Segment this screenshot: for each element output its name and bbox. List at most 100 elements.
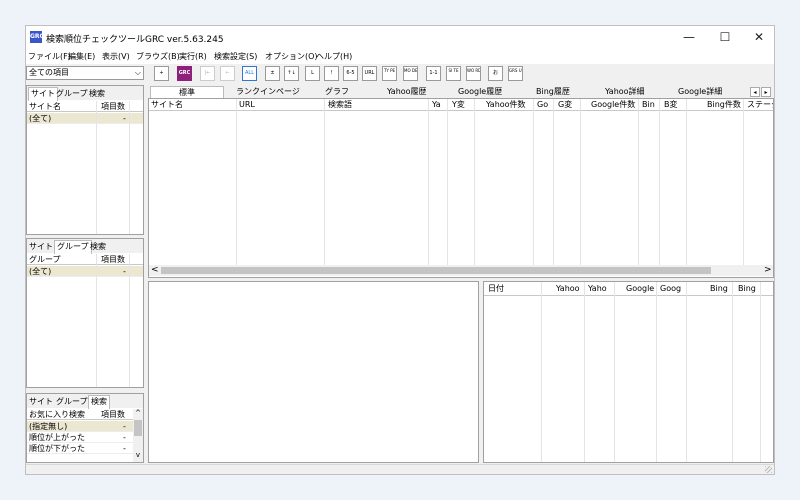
tab-group[interactable]: グループ <box>56 88 88 99</box>
site-button[interactable]: SI TE <box>446 66 461 81</box>
column-divider <box>760 282 761 462</box>
all-button[interactable]: ALL <box>242 66 257 81</box>
column-divider <box>686 99 687 265</box>
column-header-favorite-search[interactable]: お気に入り検索 <box>27 409 85 420</box>
column-header-yahoo-count[interactable]: Yahoo件数 <box>484 99 536 111</box>
list-item[interactable]: 順位が下がった - <box>27 443 133 454</box>
list-item[interactable]: 順位が上がった - <box>27 432 133 443</box>
column-divider <box>686 282 687 462</box>
column-header-yahoo-rank[interactable]: Ya <box>430 99 447 111</box>
column-header-count[interactable]: 項目数 <box>99 101 125 112</box>
item-filter-select[interactable]: 全ての項目 ⌵ <box>26 66 144 80</box>
column-header-count[interactable]: 項目数 <box>99 409 125 420</box>
tab-yahoo-detail[interactable]: Yahoo詳細 <box>605 86 645 98</box>
tab-site[interactable]: サイト <box>28 87 58 101</box>
column-divider <box>533 99 534 265</box>
menu-view[interactable]: 表示(V) <box>102 51 130 62</box>
group-panel: サイト グループ 検索 グループ 項目数 (全て) - <box>26 238 144 388</box>
tab-yahoo-history[interactable]: Yahoo履歴 <box>387 86 427 98</box>
up-down-button[interactable]: ↑↓ <box>284 66 299 81</box>
column-header-bing-change[interactable]: B変 <box>662 99 686 111</box>
tab-search[interactable]: 検索 <box>90 241 106 252</box>
scrollbar-thumb[interactable] <box>134 420 142 436</box>
tab-group[interactable]: グループ <box>54 240 92 254</box>
tab-site[interactable]: サイト <box>29 396 53 407</box>
l-button[interactable]: L <box>305 66 320 81</box>
column-header-site-name[interactable]: サイト名 <box>149 99 237 111</box>
column-header-site-name[interactable]: サイト名 <box>27 101 61 112</box>
menu-search-settings[interactable]: 検索設定(S) <box>214 51 257 62</box>
exclamation-button[interactable]: ! <box>324 66 339 81</box>
tab-graph[interactable]: グラフ <box>325 86 349 98</box>
tab-google-detail[interactable]: Google詳細 <box>678 86 722 98</box>
column-divider <box>236 99 237 265</box>
tab-search[interactable]: 検索 <box>89 88 105 99</box>
column-header-google-count[interactable]: Google件数 <box>589 99 641 111</box>
scroll-left-icon[interactable]: < <box>151 265 159 275</box>
site-panel: サイト グループ 検索 サイト名 項目数 (全て) - <box>26 85 144 235</box>
tab-site[interactable]: サイト <box>29 241 53 252</box>
tab-bing-history[interactable]: Bing履歴 <box>536 86 570 98</box>
vertical-scrollbar[interactable]: ^ v <box>133 409 143 462</box>
column-header-google[interactable]: Google <box>624 282 658 296</box>
chevron-down-icon: ⌵ <box>134 68 141 77</box>
o-button[interactable]: お <box>488 66 503 81</box>
list-item[interactable]: (全て) - <box>27 266 143 277</box>
tab-google-history[interactable]: Google履歴 <box>458 86 502 98</box>
column-header-bing-rank[interactable]: Bin <box>640 99 660 111</box>
scrollbar-thumb[interactable] <box>161 267 711 274</box>
column-header-yahoo-short[interactable]: Yaho <box>586 282 614 296</box>
menu-browse[interactable]: ブラウズ(B) <box>136 51 180 62</box>
column-header-url[interactable]: URL <box>237 99 325 111</box>
keyword-grid-header: サイト名 URL 検索語 Ya Y変 Yahoo件数 Go G変 Google件… <box>149 99 773 111</box>
close-button[interactable]: ✕ <box>742 26 774 50</box>
one-one-button[interactable]: 1-1 <box>426 66 441 81</box>
menu-help[interactable]: ヘルプ(H) <box>316 51 352 62</box>
tab-scroll-right-icon[interactable]: ▸ <box>761 87 771 97</box>
tab-scroll-left-icon[interactable]: ◂ <box>750 87 760 97</box>
tab-group[interactable]: グループ <box>56 396 88 407</box>
back-button[interactable]: ← <box>220 66 235 81</box>
column-header-group[interactable]: グループ <box>27 254 61 265</box>
grs-up-button[interactable]: GRS UP <box>508 66 523 81</box>
first-button[interactable]: |← <box>200 66 215 81</box>
menu-edit[interactable]: 編集(E) <box>68 51 95 62</box>
list-item[interactable]: (指定無し) - <box>27 421 133 432</box>
column-header-yahoo[interactable]: Yahoo <box>554 282 584 296</box>
menu-file[interactable]: ファイル(F) <box>28 51 71 62</box>
toolbar: 全ての項目 ⌵ + GRC |← ← ALL ± ↑↓ L ! 6-5 URL … <box>26 64 774 84</box>
add-item-button[interactable]: + <box>154 66 169 81</box>
minimize-button[interactable]: — <box>672 26 706 50</box>
column-divider <box>474 99 475 265</box>
list-item[interactable]: (全て) - <box>27 113 143 124</box>
column-header-yahoo-change[interactable]: Y変 <box>450 99 474 111</box>
column-header-google-rank[interactable]: Go <box>535 99 553 111</box>
url-button[interactable]: URL <box>362 66 377 81</box>
grc-button[interactable]: GRC <box>177 66 192 81</box>
tab-rank-in-page[interactable]: ランクインページ <box>236 86 300 98</box>
plus-minus-button[interactable]: ± <box>265 66 280 81</box>
resize-grip-icon[interactable] <box>765 466 772 473</box>
scroll-up-icon[interactable]: ^ <box>133 409 143 417</box>
menu-options[interactable]: オプション(O) <box>265 51 318 62</box>
six-five-button[interactable]: 6-5 <box>343 66 358 81</box>
column-header-keyword[interactable]: 検索語 <box>326 99 428 111</box>
menu-run[interactable]: 実行(R) <box>179 51 207 62</box>
column-header-google-change[interactable]: G変 <box>556 99 580 111</box>
tab-search[interactable]: 検索 <box>88 395 110 409</box>
column-header-date[interactable]: 日付 <box>486 282 540 296</box>
column-header-count[interactable]: 項目数 <box>99 254 125 265</box>
maximize-button[interactable]: ☐ <box>708 26 742 50</box>
scroll-right-icon[interactable]: > <box>764 265 772 275</box>
column-header-status[interactable]: ステータ <box>745 99 773 111</box>
word-button[interactable]: WO RD <box>466 66 481 81</box>
column-header-google-short[interactable]: Goog <box>658 282 688 296</box>
column-header-bing[interactable]: Bing <box>708 282 734 296</box>
type-button[interactable]: TY PE <box>382 66 397 81</box>
horizontal-scrollbar[interactable]: < > <box>149 265 773 276</box>
mode-button[interactable]: MO DE <box>403 66 418 81</box>
scroll-down-icon[interactable]: v <box>133 451 143 459</box>
tab-standard[interactable]: 標準 <box>150 86 224 98</box>
column-divider <box>732 282 733 462</box>
search-panel-tabs: サイト グループ 検索 <box>27 394 143 409</box>
